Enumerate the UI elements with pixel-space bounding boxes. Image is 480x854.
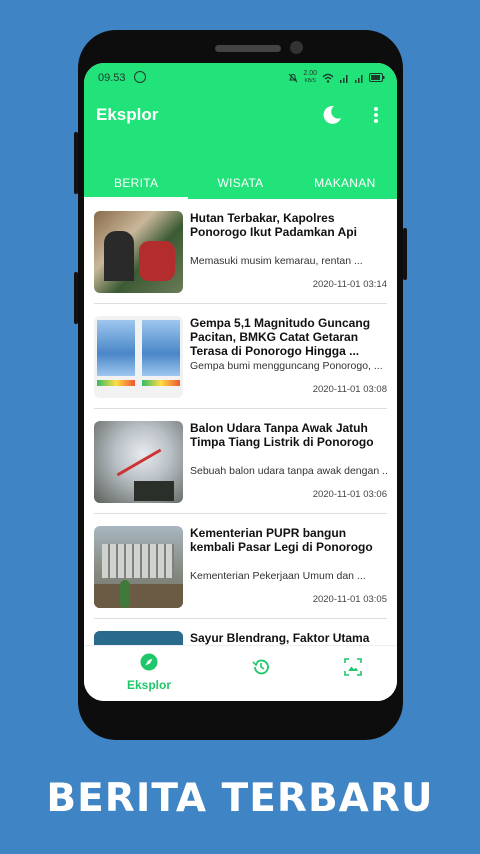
article-title: Kementerian PUPR bangun kembali Pasar Le…: [190, 526, 373, 554]
compass-icon: [140, 653, 158, 671]
status-time: 09.53: [98, 72, 126, 84]
side-button: [74, 272, 78, 324]
net-speed: 2.00 KB/S: [303, 70, 317, 84]
phone-frame: 09.53 2.00 KB/S Eksplor BERITA WISATA MAK…: [74, 30, 407, 740]
bottom-navigation: Eksplor: [84, 645, 397, 701]
list-item[interactable]: Sayur Blendrang, Faktor Utama Penyebab I…: [94, 619, 387, 646]
article-date: 2020-11-01 03:08: [312, 384, 387, 395]
article-list: Hutan Terbakar, Kapolres Ponorogo Ikut P…: [84, 199, 397, 646]
article-thumbnail: [94, 631, 183, 646]
article-excerpt: Gempa bumi mengguncang Ponorogo, ...: [190, 360, 383, 372]
history-icon: [252, 659, 269, 675]
front-camera: [290, 41, 303, 54]
list-item[interactable]: Hutan Terbakar, Kapolres Ponorogo Ikut P…: [94, 199, 387, 304]
article-thumbnail: [94, 421, 183, 503]
tab-bar: BERITA WISATA MAKANAN: [84, 168, 397, 199]
promo-caption: BERITA TERBARU: [46, 776, 434, 821]
app-screen: 09.53 2.00 KB/S Eksplor BERITA WISATA MAK…: [84, 63, 397, 701]
power-button: [403, 228, 407, 280]
wifi-icon: [322, 73, 334, 83]
whatsapp-icon: [134, 71, 146, 83]
article-date: 2020-11-01 03:14: [312, 279, 387, 290]
article-title: Gempa 5,1 Magnitudo Guncang Pacitan, BMK…: [190, 316, 371, 358]
volume-button: [74, 132, 78, 194]
nav-explore[interactable]: Eksplor: [124, 653, 174, 692]
article-title: Hutan Terbakar, Kapolres Ponorogo Ikut P…: [190, 211, 357, 239]
status-bar: 09.53 2.00 KB/S: [84, 63, 397, 91]
battery-icon: [369, 73, 385, 82]
article-date: 2020-11-01 03:05: [312, 594, 387, 605]
nav-explore-label: Eksplor: [126, 678, 171, 692]
article-thumbnail: [94, 211, 183, 293]
article-title: Balon Udara Tanpa Awak Jatuh Timpa Tiang…: [190, 421, 374, 449]
gallery-icon: [344, 658, 362, 676]
tab-makanan[interactable]: MAKANAN: [293, 168, 397, 199]
tab-wisata[interactable]: WISATA: [188, 168, 292, 199]
bell-off-icon: [289, 73, 298, 82]
signal-icon-2: [355, 74, 363, 83]
article-title: Sayur Blendrang, Faktor Utama Penyebab I…: [190, 631, 370, 646]
list-item[interactable]: Gempa 5,1 Magnitudo Guncang Pacitan, BMK…: [94, 304, 387, 409]
article-date: 2020-11-01 03:06: [312, 489, 387, 500]
list-item[interactable]: Balon Udara Tanpa Awak Jatuh Timpa Tiang…: [94, 409, 387, 514]
article-excerpt: Memasuki musim kemarau, rentan ...: [190, 255, 363, 267]
speaker-grille: [215, 45, 281, 52]
signal-icon: [340, 74, 348, 83]
status-icons: 2.00 KB/S: [288, 70, 385, 85]
moon-icon[interactable]: [320, 103, 344, 127]
app-title: Eksplor: [96, 105, 159, 124]
article-excerpt: Sebuah balon udara tanpa awak dengan ...: [190, 465, 387, 477]
tab-berita[interactable]: BERITA: [84, 168, 189, 199]
article-thumbnail: [94, 316, 183, 398]
article-thumbnail: [94, 526, 183, 608]
list-item[interactable]: Kementerian PUPR bangun kembali Pasar Le…: [94, 514, 387, 619]
more-vert-icon[interactable]: [368, 103, 384, 127]
nav-gallery[interactable]: [342, 657, 364, 682]
nav-history[interactable]: [250, 657, 272, 682]
article-excerpt: Kementerian Pekerjaan Umum dan ...: [190, 570, 366, 582]
app-header: 09.53 2.00 KB/S Eksplor BERITA WISATA MAK…: [84, 63, 397, 199]
